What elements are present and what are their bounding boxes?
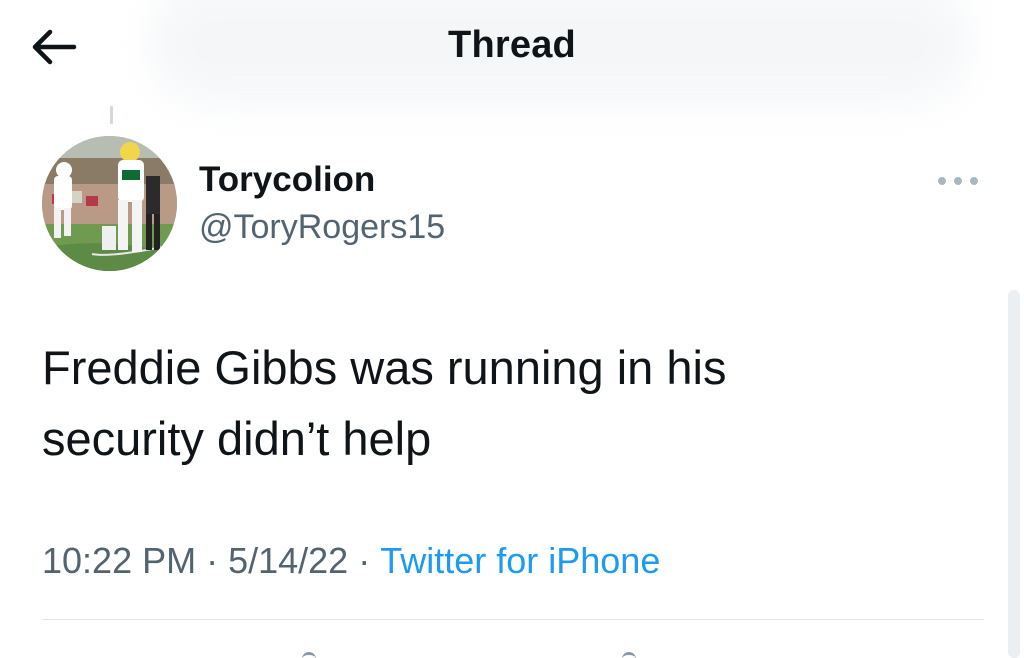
tweet-source-link[interactable]: Twitter for iPhone <box>380 540 660 581</box>
meta-separator: · <box>358 540 371 581</box>
peek-glyph <box>622 652 636 658</box>
divider <box>42 619 984 620</box>
peek-glyph <box>302 652 316 658</box>
tweet-meta: 10:22 PM · 5/14/22 · Twitter for iPhone <box>42 540 660 582</box>
thread-screen: Thread Torycolion @ToryRogers15 Freddie … <box>0 0 1024 658</box>
more-options-button[interactable] <box>930 168 986 194</box>
tweet-time: 10:22 PM <box>42 540 197 581</box>
next-section-peek <box>0 652 1024 658</box>
top-bar: Thread <box>0 0 1024 100</box>
more-options-icon <box>938 177 978 185</box>
avatar-photo <box>42 136 177 271</box>
tweet-date: 5/14/22 <box>228 540 349 581</box>
meta-separator: · <box>206 540 219 581</box>
author-name[interactable]: Torycolion <box>199 160 375 200</box>
tweet-text: Freddie Gibbs was running in his securit… <box>42 341 727 465</box>
author-handle[interactable]: @ToryRogers15 <box>199 208 445 247</box>
scrollbar[interactable] <box>1008 290 1020 658</box>
avatar[interactable] <box>42 136 177 271</box>
thread-connector-line <box>110 106 113 124</box>
page-title: Thread <box>448 24 576 66</box>
